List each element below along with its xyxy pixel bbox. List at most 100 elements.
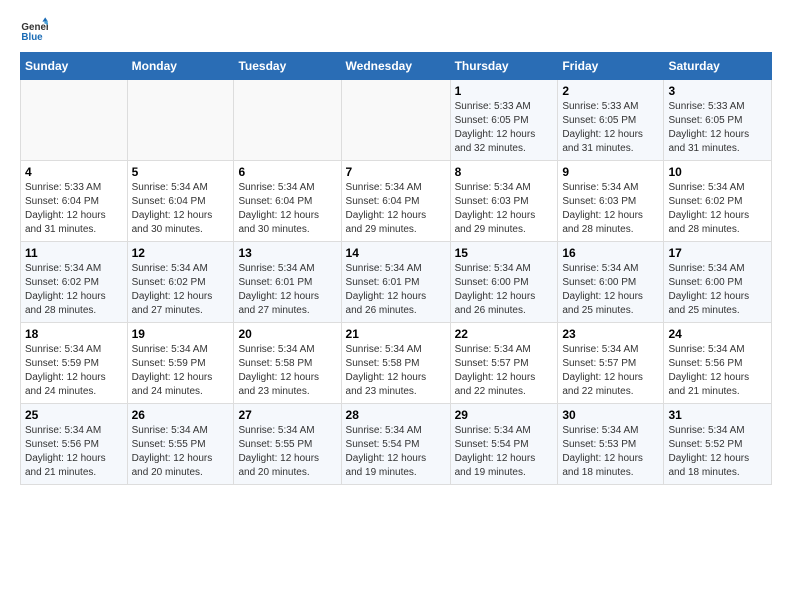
logo-icon: General Blue — [20, 16, 48, 44]
calendar-cell: 14Sunrise: 5:34 AM Sunset: 6:01 PM Dayli… — [341, 242, 450, 323]
day-number: 23 — [562, 327, 659, 341]
calendar-cell: 29Sunrise: 5:34 AM Sunset: 5:54 PM Dayli… — [450, 404, 558, 485]
day-number: 27 — [238, 408, 336, 422]
day-number: 6 — [238, 165, 336, 179]
day-number: 8 — [455, 165, 554, 179]
day-detail: Sunrise: 5:34 AM Sunset: 5:56 PM Dayligh… — [25, 424, 123, 480]
calendar-cell: 20 Sunrise: 5:34 AM Sunset: 5:58 PM Dayli… — [234, 323, 341, 404]
calendar-cell: 27 Sunrise: 5:34 AM Sunset: 5:55 PM Dayli… — [234, 404, 341, 485]
calendar-cell: 18 Sunrise: 5:34 AM Sunset: 5:59 PM Dayli… — [21, 323, 128, 404]
svg-text:Blue: Blue — [21, 32, 43, 43]
day-header-monday: Monday — [127, 53, 234, 80]
calendar-cell: 25 Sunrise: 5:34 AM Sunset: 5:56 PM Dayli… — [21, 404, 128, 485]
day-header-thursday: Thursday — [450, 53, 558, 80]
day-number: 16 — [562, 246, 659, 260]
day-detail: Sunrise: 5:34 AM Sunset: 5:58 PM Dayligh… — [346, 343, 446, 399]
day-detail: Sunrise: 5:34 AM Sunset: 5:52 PM Dayligh… — [668, 424, 767, 480]
calendar-cell — [127, 80, 234, 161]
calendar-cell — [234, 80, 341, 161]
logo: General Blue — [20, 16, 52, 44]
day-detail: Sunrise: 5:33 AM Sunset: 6:05 PM Dayligh… — [455, 100, 554, 156]
day-number: 11 — [25, 246, 123, 260]
day-number: 19 — [132, 327, 230, 341]
week-row-1: 1 Sunrise: 5:33 AM Sunset: 6:05 PM Daylig… — [21, 80, 772, 161]
day-detail: Sunrise: 5:34 AM Sunset: 6:01 PM Dayligh… — [238, 262, 336, 318]
calendar-cell: 31 Sunrise: 5:34 AM Sunset: 5:52 PM Dayli… — [664, 404, 772, 485]
calendar-cell: 1 Sunrise: 5:33 AM Sunset: 6:05 PM Daylig… — [450, 80, 558, 161]
day-number: 17 — [668, 246, 767, 260]
day-number: 7 — [346, 165, 446, 179]
day-detail: Sunrise: 5:33 AM Sunset: 6:05 PM Dayligh… — [562, 100, 659, 156]
day-detail: Sunrise: 5:34 AM Sunset: 5:55 PM Dayligh… — [132, 424, 230, 480]
calendar-cell: 24 Sunrise: 5:34 AM Sunset: 5:56 PM Dayli… — [664, 323, 772, 404]
day-detail: Sunrise: 5:34 AM Sunset: 6:03 PM Dayligh… — [562, 181, 659, 237]
day-number: 12 — [132, 246, 230, 260]
calendar-cell: 23 Sunrise: 5:34 AM Sunset: 5:57 PM Dayli… — [558, 323, 664, 404]
calendar-cell: 10 Sunrise: 5:34 AM Sunset: 6:02 PM Dayli… — [664, 161, 772, 242]
day-detail: Sunrise: 5:34 AM Sunset: 5:57 PM Dayligh… — [562, 343, 659, 399]
day-detail: Sunrise: 5:34 AM Sunset: 6:02 PM Dayligh… — [25, 262, 123, 318]
day-number: 9 — [562, 165, 659, 179]
day-detail: Sunrise: 5:33 AM Sunset: 6:05 PM Dayligh… — [668, 100, 767, 156]
day-detail: Sunrise: 5:34 AM Sunset: 5:59 PM Dayligh… — [25, 343, 123, 399]
day-detail: Sunrise: 5:34 AM Sunset: 6:04 PM Dayligh… — [132, 181, 230, 237]
day-number: 29 — [455, 408, 554, 422]
calendar-cell: 9 Sunrise: 5:34 AM Sunset: 6:03 PM Daylig… — [558, 161, 664, 242]
day-number: 30 — [562, 408, 659, 422]
calendar-cell: 7Sunrise: 5:34 AM Sunset: 6:04 PM Daylig… — [341, 161, 450, 242]
day-detail: Sunrise: 5:34 AM Sunset: 6:02 PM Dayligh… — [132, 262, 230, 318]
day-number: 2 — [562, 84, 659, 98]
day-number: 1 — [455, 84, 554, 98]
day-detail: Sunrise: 5:34 AM Sunset: 5:58 PM Dayligh… — [238, 343, 336, 399]
calendar-cell: 26 Sunrise: 5:34 AM Sunset: 5:55 PM Dayli… — [127, 404, 234, 485]
calendar-cell: 21 Sunrise: 5:34 AM Sunset: 5:58 PM Dayli… — [341, 323, 450, 404]
week-row-3: 11 Sunrise: 5:34 AM Sunset: 6:02 PM Dayli… — [21, 242, 772, 323]
calendar-cell: 17 Sunrise: 5:34 AM Sunset: 6:00 PM Dayli… — [664, 242, 772, 323]
week-row-4: 18 Sunrise: 5:34 AM Sunset: 5:59 PM Dayli… — [21, 323, 772, 404]
calendar-cell: 12 Sunrise: 5:34 AM Sunset: 6:02 PM Dayli… — [127, 242, 234, 323]
day-number: 10 — [668, 165, 767, 179]
day-detail: Sunrise: 5:34 AM Sunset: 6:03 PM Dayligh… — [455, 181, 554, 237]
day-number: 20 — [238, 327, 336, 341]
day-number: 25 — [25, 408, 123, 422]
calendar-cell: 15 Sunrise: 5:34 AM Sunset: 6:00 PM Dayli… — [450, 242, 558, 323]
calendar-cell: 3 Sunrise: 5:33 AM Sunset: 6:05 PM Daylig… — [664, 80, 772, 161]
calendar-cell — [21, 80, 128, 161]
day-header-sunday: Sunday — [21, 53, 128, 80]
day-detail: Sunrise: 5:34 AM Sunset: 6:00 PM Dayligh… — [668, 262, 767, 318]
day-detail: Sunrise: 5:34 AM Sunset: 6:02 PM Dayligh… — [668, 181, 767, 237]
calendar-cell: 11 Sunrise: 5:34 AM Sunset: 6:02 PM Dayli… — [21, 242, 128, 323]
calendar-cell: 19 Sunrise: 5:34 AM Sunset: 5:59 PM Dayli… — [127, 323, 234, 404]
day-number: 31 — [668, 408, 767, 422]
week-row-2: 4 Sunrise: 5:33 AM Sunset: 6:04 PM Daylig… — [21, 161, 772, 242]
day-number: 21 — [346, 327, 446, 341]
day-number: 24 — [668, 327, 767, 341]
calendar-cell: 6Sunrise: 5:34 AM Sunset: 6:04 PM Daylig… — [234, 161, 341, 242]
calendar-cell: 30 Sunrise: 5:34 AM Sunset: 5:53 PM Dayli… — [558, 404, 664, 485]
day-detail: Sunrise: 5:34 AM Sunset: 5:55 PM Dayligh… — [238, 424, 336, 480]
calendar-table: SundayMondayTuesdayWednesdayThursdayFrid… — [20, 52, 772, 485]
day-header-saturday: Saturday — [664, 53, 772, 80]
calendar-cell: 2 Sunrise: 5:33 AM Sunset: 6:05 PM Daylig… — [558, 80, 664, 161]
day-detail: Sunrise: 5:34 AM Sunset: 5:59 PM Dayligh… — [132, 343, 230, 399]
day-detail: Sunrise: 5:34 AM Sunset: 6:00 PM Dayligh… — [455, 262, 554, 318]
day-number: 18 — [25, 327, 123, 341]
day-header-wednesday: Wednesday — [341, 53, 450, 80]
day-number: 5 — [132, 165, 230, 179]
page-header: General Blue — [20, 16, 772, 44]
day-header-tuesday: Tuesday — [234, 53, 341, 80]
calendar-cell — [341, 80, 450, 161]
day-detail: Sunrise: 5:34 AM Sunset: 5:56 PM Dayligh… — [668, 343, 767, 399]
calendar-cell: 22Sunrise: 5:34 AM Sunset: 5:57 PM Dayli… — [450, 323, 558, 404]
day-detail: Sunrise: 5:34 AM Sunset: 6:01 PM Dayligh… — [346, 262, 446, 318]
calendar-cell: 5 Sunrise: 5:34 AM Sunset: 6:04 PM Daylig… — [127, 161, 234, 242]
day-number: 26 — [132, 408, 230, 422]
day-number: 15 — [455, 246, 554, 260]
day-detail: Sunrise: 5:34 AM Sunset: 5:57 PM Dayligh… — [455, 343, 554, 399]
day-number: 4 — [25, 165, 123, 179]
day-number: 3 — [668, 84, 767, 98]
day-number: 13 — [238, 246, 336, 260]
calendar-cell: 13 Sunrise: 5:34 AM Sunset: 6:01 PM Dayli… — [234, 242, 341, 323]
day-detail: Sunrise: 5:33 AM Sunset: 6:04 PM Dayligh… — [25, 181, 123, 237]
day-detail: Sunrise: 5:34 AM Sunset: 5:53 PM Dayligh… — [562, 424, 659, 480]
